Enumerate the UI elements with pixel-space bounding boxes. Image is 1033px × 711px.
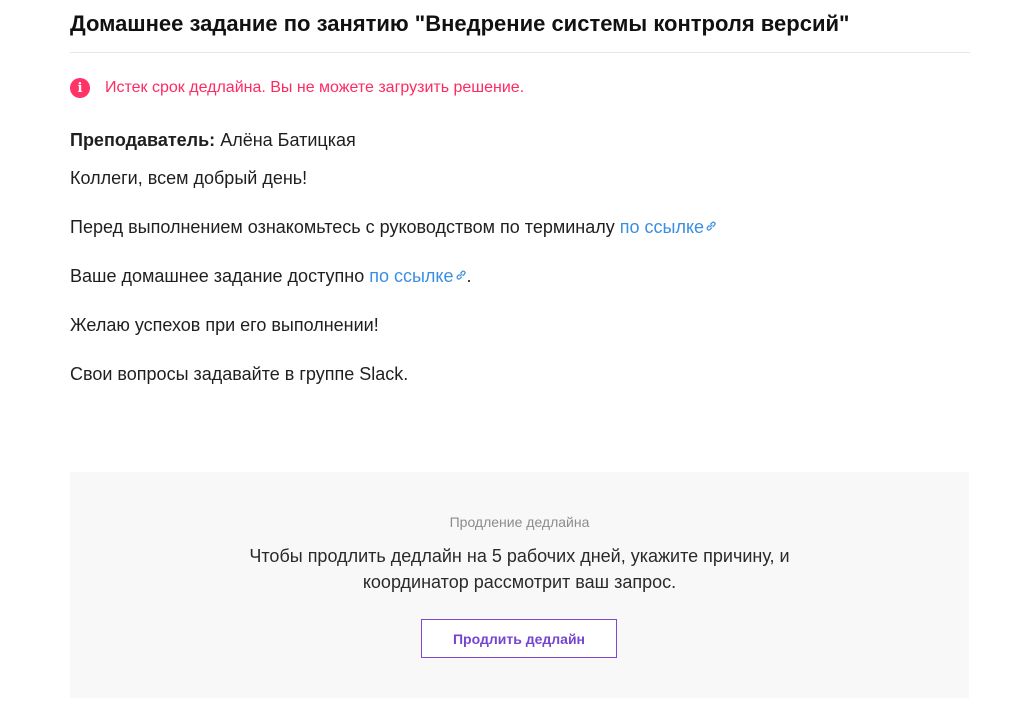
teacher-name: Алёна Батицкая xyxy=(220,130,356,150)
deadline-extension-text-line2: координатор рассмотрит ваш запрос. xyxy=(362,572,677,592)
teacher-label: Преподаватель: xyxy=(70,130,216,150)
terminal-guide-line: Перед выполнением ознакомьтесь с руковод… xyxy=(70,217,717,238)
terminal-guide-link-text[interactable]: по ссылке xyxy=(620,217,704,237)
greeting-text: Коллеги, всем добрый день! xyxy=(70,168,308,188)
questions-text: Свои вопросы задавайте в группе Slack. xyxy=(70,364,409,384)
page-title: Домашнее задание по занятию "Внедрение с… xyxy=(70,11,850,36)
title-divider xyxy=(70,52,970,53)
homework-line: Ваше домашнее задание доступно по ссылке… xyxy=(70,266,472,287)
external-link-icon xyxy=(706,221,716,231)
deadline-extension-text: Чтобы продлить дедлайн на 5 рабочих дней… xyxy=(70,543,969,595)
homework-link-text[interactable]: по ссылке xyxy=(369,266,453,286)
extend-deadline-button[interactable]: Продлить дедлайн xyxy=(421,619,617,658)
homework-link[interactable]: по ссылке xyxy=(369,266,466,286)
deadline-expired-alert: i Истек срок дедлайна. Вы не можете загр… xyxy=(70,78,524,98)
deadline-extension-panel: Продление дедлайна Чтобы продлить дедлай… xyxy=(70,472,969,698)
alert-text: Истек срок дедлайна. Вы не можете загруз… xyxy=(105,79,525,96)
homework-text: Ваше домашнее задание доступно xyxy=(70,266,365,286)
external-link-icon xyxy=(456,270,466,280)
info-icon: i xyxy=(70,78,90,98)
teacher-line: Преподаватель: Алёна Батицкая xyxy=(70,130,356,151)
deadline-extension-label: Продление дедлайна xyxy=(449,514,590,530)
terminal-guide-link[interactable]: по ссылке xyxy=(620,217,717,237)
deadline-extension-text-line1: Чтобы продлить дедлайн на 5 рабочих дней… xyxy=(249,546,790,566)
wish-text: Желаю успехов при его выполнении! xyxy=(70,315,379,335)
homework-suffix: . xyxy=(466,266,472,286)
terminal-guide-text: Перед выполнением ознакомьтесь с руковод… xyxy=(70,217,615,237)
